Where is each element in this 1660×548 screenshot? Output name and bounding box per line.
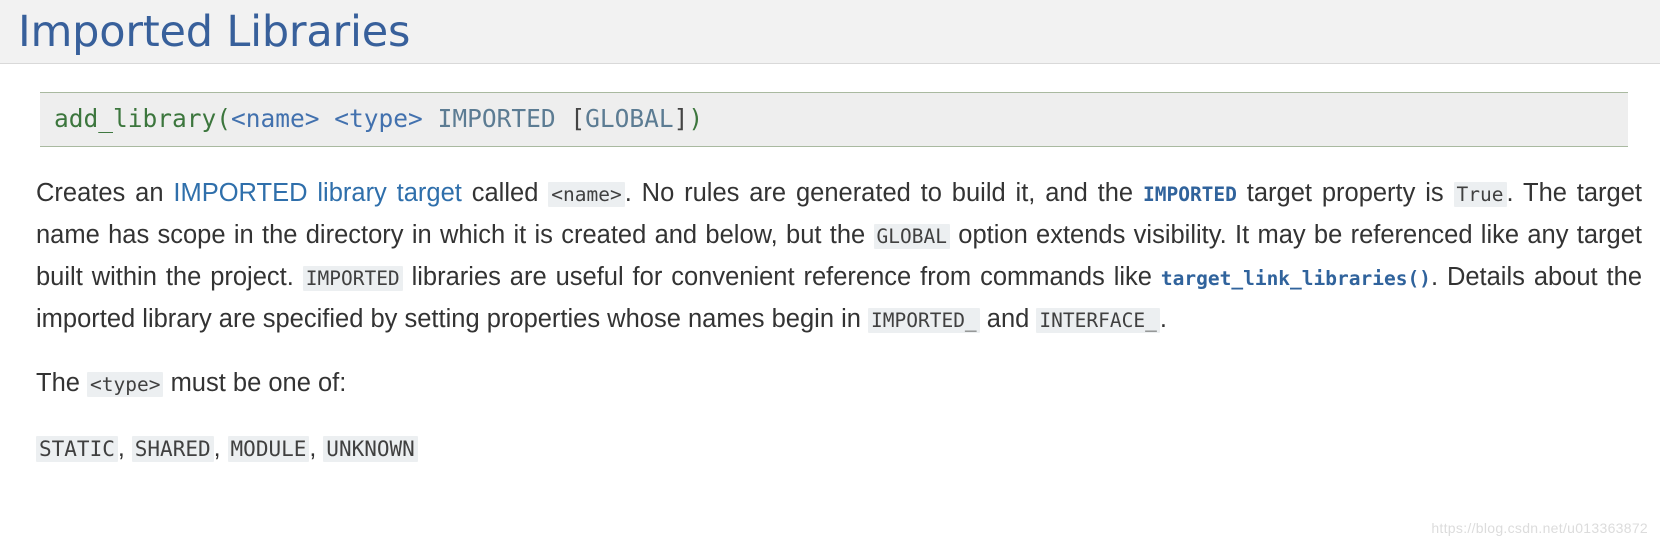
code-token-function: add_library( [54, 104, 232, 133]
code-token-space-3 [556, 104, 571, 133]
type-separator-1: , [117, 434, 132, 462]
page-title: Imported Libraries [18, 7, 411, 57]
code-span-true: True [1453, 182, 1507, 207]
para1-text-3: . No rules are generated to build it, an… [624, 179, 1143, 207]
type-option-shared: SHARED [131, 436, 214, 462]
para1-text-9: and [979, 305, 1037, 333]
code-token-space-1 [320, 104, 335, 133]
code-token-keyword-imported: IMPORTED [437, 104, 556, 133]
para1-text-10: . [1159, 305, 1167, 333]
type-intro-paragraph: The <type> must be one of: [36, 363, 1642, 405]
page-header: Imported Libraries [0, 0, 1660, 64]
code-token-bracket-close: ] [673, 104, 689, 133]
type-separator-2: , [213, 434, 228, 462]
code-token-paren-close: ) [688, 104, 704, 133]
imported-library-target-link[interactable]: IMPORTED library target [173, 179, 462, 207]
code-span-interface-prefix: INTERFACE_ [1036, 308, 1160, 333]
para1-text-2: called [461, 179, 549, 207]
code-span-imported-prefix: IMPORTED_ [868, 308, 980, 333]
para1-text-1: Creates an [36, 179, 174, 207]
code-token-bracket-open: [ [570, 104, 586, 133]
code-link-imported-property[interactable]: IMPORTED [1143, 183, 1237, 206]
watermark: https://blog.csdn.net/u013363872 [1431, 520, 1648, 536]
code-span-type: <type> [87, 372, 164, 397]
code-token-arg-name: <name> [231, 104, 320, 133]
code-token-arg-type: <type> [334, 104, 423, 133]
signature-code-block: add_library(<name> <type> IMPORTED [GLOB… [40, 92, 1628, 147]
code-token-space-2 [423, 104, 438, 133]
type-options-list: STATIC, SHARED, MODULE, UNKNOWN [36, 431, 1642, 466]
code-link-target-link-libraries[interactable]: target_link_libraries() [1161, 267, 1431, 290]
description-paragraph: Creates an IMPORTED library target calle… [36, 173, 1642, 341]
code-span-name: <name> [548, 182, 625, 207]
para2-text-2: must be one of: [163, 369, 347, 397]
code-span-imported: IMPORTED [302, 266, 403, 291]
para1-text-4: target property is [1236, 179, 1454, 207]
type-option-static: STATIC [36, 436, 118, 462]
code-span-global: GLOBAL [873, 224, 950, 249]
type-option-module: MODULE [227, 436, 310, 462]
para1-text-7: libraries are useful for convenient refe… [402, 263, 1161, 291]
para2-text-1: The [36, 369, 88, 397]
type-separator-3: , [309, 434, 324, 462]
type-option-unknown: UNKNOWN [323, 436, 418, 462]
code-token-keyword-global: GLOBAL [585, 104, 674, 133]
content-area: add_library(<name> <type> IMPORTED [GLOB… [0, 92, 1660, 466]
